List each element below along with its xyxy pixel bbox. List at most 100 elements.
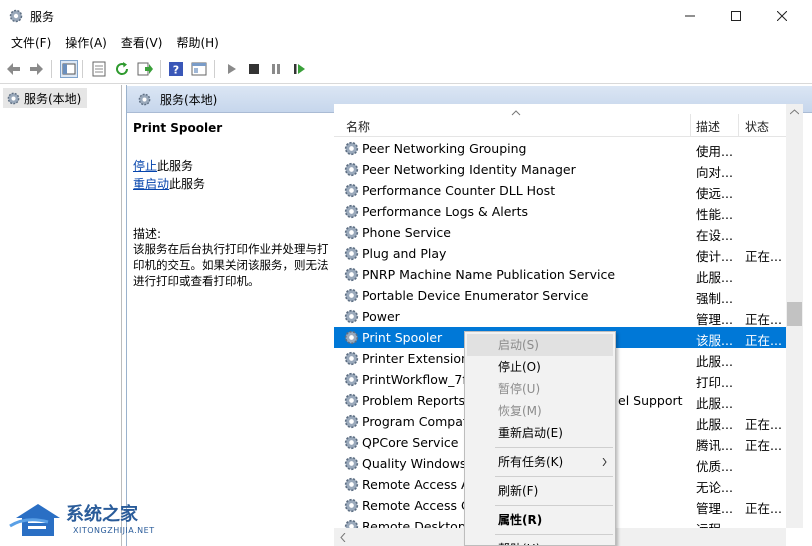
console-view-icon[interactable] xyxy=(191,61,207,77)
toolbar-separator xyxy=(160,60,161,78)
service-row[interactable]: Performance Counter DLL Host 使远... xyxy=(334,180,786,201)
refresh-icon[interactable] xyxy=(114,61,130,77)
service-gear-icon xyxy=(344,141,359,156)
menu-action[interactable]: 操作(A) xyxy=(58,32,114,54)
service-status: 正在... xyxy=(745,438,782,453)
service-row[interactable]: Power 管理... 正在... xyxy=(334,306,786,327)
ctx-separator xyxy=(495,476,613,477)
description-text: 该服务在后台执行打印作业并处理与打印机的交互。如果关闭该服务，则无法进行打印或查… xyxy=(133,242,329,288)
title-bar: 服务 xyxy=(0,0,812,32)
ctx-stop[interactable]: 停止(O) xyxy=(467,356,613,378)
submenu-arrow-icon xyxy=(602,458,607,466)
restart-service-icon[interactable] xyxy=(291,61,307,77)
ctx-properties[interactable]: 属性(R) xyxy=(467,509,613,531)
service-gear-icon xyxy=(344,351,359,366)
menu-help[interactable]: 帮助(H) xyxy=(169,32,225,54)
service-gear-icon xyxy=(344,456,359,471)
ctx-all-tasks[interactable]: 所有任务(K) xyxy=(467,451,613,473)
service-row[interactable]: Portable Device Enumerator Service 强制... xyxy=(334,285,786,306)
restart-service-link[interactable]: 重启动 xyxy=(133,177,169,191)
service-status: 正在... xyxy=(745,333,782,348)
service-name: Remote Access A xyxy=(362,477,470,492)
menu-file[interactable]: 文件(F) xyxy=(4,32,58,54)
ctx-separator xyxy=(495,505,613,506)
console-tree: 服务(本地) xyxy=(0,85,122,546)
services-gear-icon xyxy=(7,92,20,104)
service-name: PrintWorkflow_7fa xyxy=(362,372,475,387)
service-name: Program Compat xyxy=(362,414,468,429)
column-divider[interactable] xyxy=(690,114,691,136)
stop-service-link[interactable]: 停止 xyxy=(133,159,157,173)
service-description: 在设... xyxy=(696,228,733,243)
service-name: Problem Reports xyxy=(362,393,466,408)
ctx-resume[interactable]: 恢复(M) xyxy=(467,400,613,422)
service-row[interactable]: Plug and Play 使计... 正在... xyxy=(334,243,786,264)
services-gear-icon xyxy=(9,9,23,23)
pause-service-icon[interactable] xyxy=(268,61,284,77)
export-list-icon[interactable] xyxy=(137,61,153,77)
service-status: 正在... xyxy=(745,417,782,432)
service-row[interactable]: Peer Networking Identity Manager 向对... xyxy=(334,159,786,180)
service-description: 此服... xyxy=(696,354,733,369)
forward-arrow-icon[interactable] xyxy=(28,61,44,77)
column-header-status[interactable]: 状态 xyxy=(745,118,769,135)
vertical-scroll-thumb[interactable] xyxy=(787,302,802,326)
service-name: Phone Service xyxy=(362,225,451,240)
service-name: Peer Networking Grouping xyxy=(362,141,527,156)
column-header-description[interactable]: 描述 xyxy=(696,118,720,135)
column-divider[interactable] xyxy=(738,114,739,136)
maximize-button[interactable] xyxy=(713,0,759,32)
toolbar-separator xyxy=(51,60,52,78)
ctx-refresh[interactable]: 刷新(F) xyxy=(467,480,613,502)
scroll-up-icon[interactable] xyxy=(790,109,799,115)
service-description: 无论... xyxy=(696,480,733,495)
properties-sheet-icon[interactable] xyxy=(91,61,107,77)
service-description: 管理... xyxy=(696,312,733,327)
service-description: 性能... xyxy=(696,207,733,222)
service-name: Peer Networking Identity Manager xyxy=(362,162,576,177)
ctx-start[interactable]: 启动(S) xyxy=(467,334,613,356)
menu-view[interactable]: 查看(V) xyxy=(114,32,170,54)
scroll-left-icon[interactable] xyxy=(340,533,346,542)
service-row[interactable]: Phone Service 在设... xyxy=(334,222,786,243)
close-icon xyxy=(777,11,787,21)
restart-service-suffix: 此服务 xyxy=(169,177,206,191)
minimize-button[interactable] xyxy=(667,0,713,32)
service-description: 使远... xyxy=(696,186,733,201)
service-description: 向对... xyxy=(696,165,733,180)
toolbar-separator xyxy=(214,60,215,78)
vertical-scrollbar[interactable] xyxy=(786,104,803,528)
show-hide-console-tree-icon[interactable] xyxy=(60,60,78,78)
back-arrow-icon[interactable] xyxy=(6,61,22,77)
service-name: Plug and Play xyxy=(362,246,447,261)
stop-service-icon[interactable] xyxy=(246,61,262,77)
start-service-icon[interactable] xyxy=(224,61,240,77)
service-gear-icon xyxy=(344,204,359,219)
service-name: Remote Access C xyxy=(362,498,470,513)
restart-action-line: 重启动此服务 xyxy=(133,175,205,192)
panel-header-title: 服务(本地) xyxy=(160,92,218,107)
service-row[interactable]: Peer Networking Grouping 使用... xyxy=(334,138,786,159)
ctx-separator xyxy=(495,534,613,535)
help-icon[interactable]: ? xyxy=(168,61,184,77)
ctx-help[interactable]: 帮助(H) xyxy=(467,538,613,545)
service-row[interactable]: PNRP Machine Name Publication Service 此服.… xyxy=(334,264,786,285)
column-header-name[interactable]: 名称 xyxy=(346,118,370,135)
watermark-subtext: XITONGZHIJIA.NET xyxy=(73,526,155,535)
close-button[interactable] xyxy=(759,0,805,32)
ctx-pause[interactable]: 暂停(U) xyxy=(467,378,613,400)
service-description: 此服... xyxy=(696,270,733,285)
service-description: 此服... xyxy=(696,417,733,432)
ctx-restart[interactable]: 重新启动(E) xyxy=(467,422,613,444)
service-row[interactable]: Performance Logs & Alerts 性能... xyxy=(334,201,786,222)
sort-ascending-icon xyxy=(511,110,521,116)
service-description: 使用... xyxy=(696,144,733,159)
minimize-icon xyxy=(685,15,695,17)
service-gear-icon xyxy=(344,393,359,408)
description-label: 描述: xyxy=(133,227,162,241)
service-status: 正在... xyxy=(745,312,782,327)
tree-item-services-local[interactable]: 服务(本地) xyxy=(3,88,87,108)
ctx-separator xyxy=(495,447,613,448)
service-gear-icon xyxy=(344,246,359,261)
svg-text:?: ? xyxy=(173,64,179,77)
